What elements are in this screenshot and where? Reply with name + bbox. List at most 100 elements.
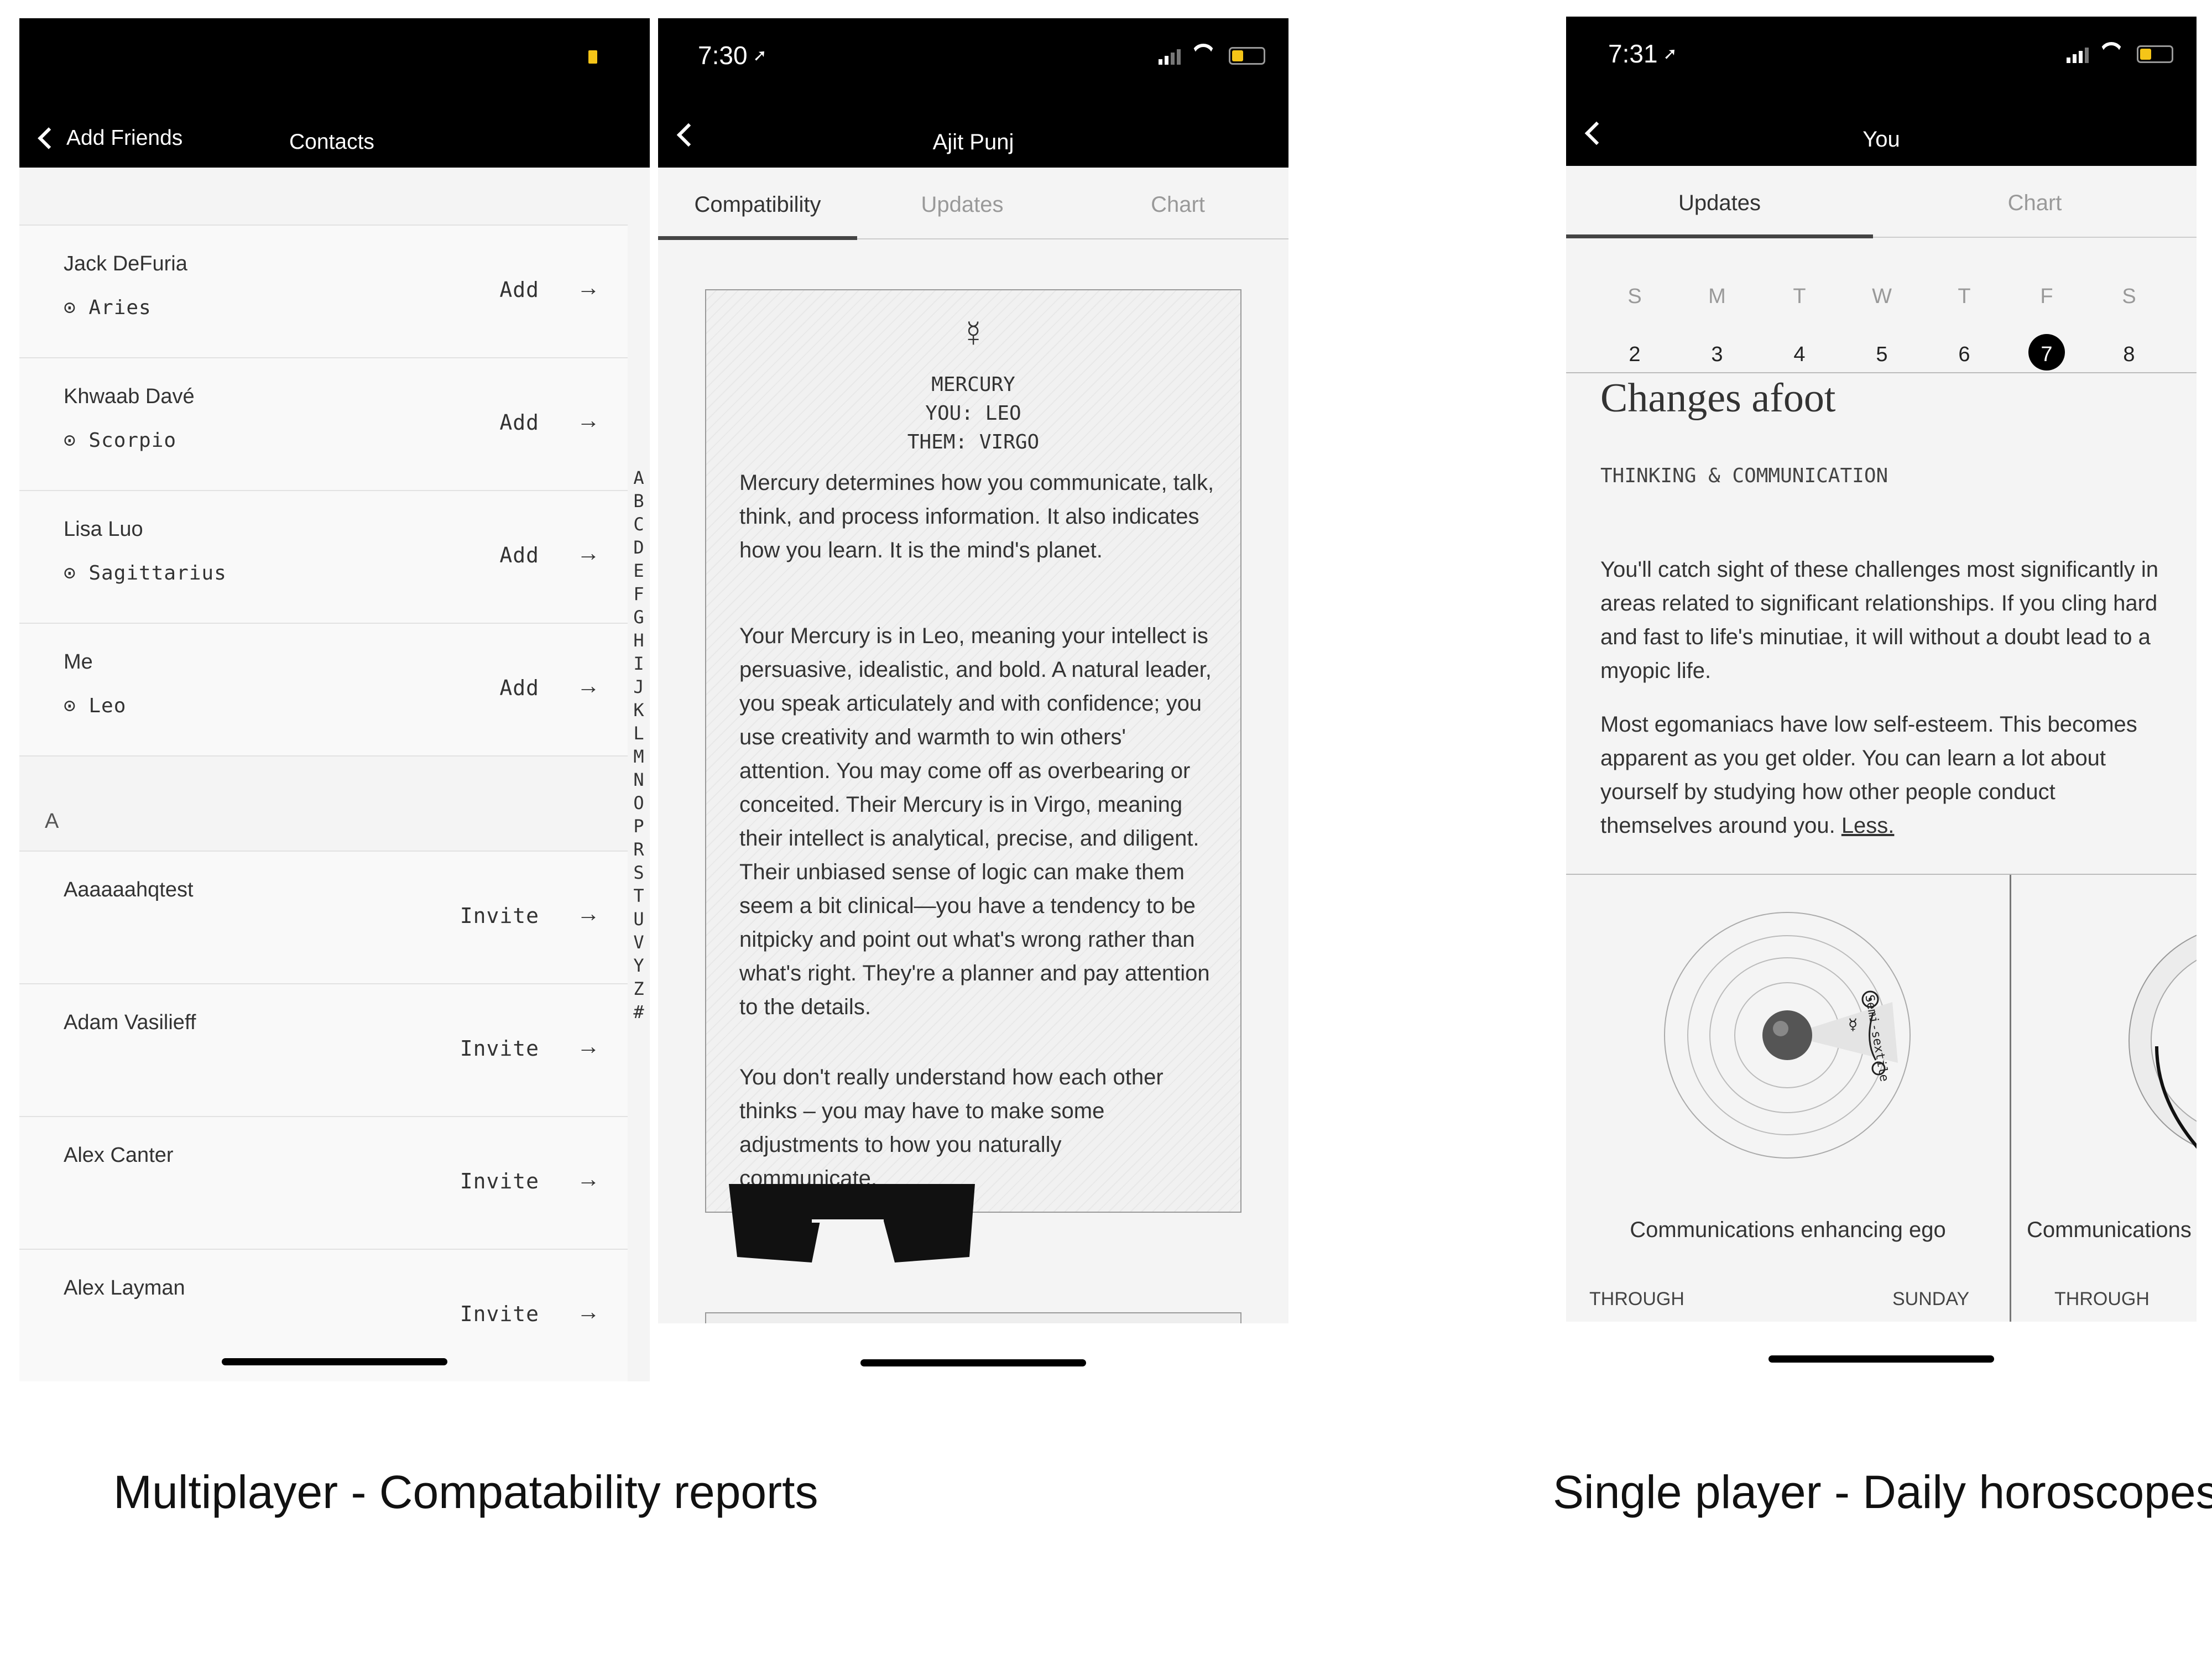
active-tab-indicator xyxy=(658,236,857,240)
index-letter[interactable]: V xyxy=(628,931,650,954)
home-indicator[interactable] xyxy=(860,1359,1086,1366)
status-time: 7:30 ➚ xyxy=(698,40,767,70)
back-button[interactable]: Add Friends xyxy=(33,119,182,158)
tab-updates[interactable]: Updates xyxy=(1566,191,1873,216)
calendar-date[interactable]: 5 xyxy=(1865,343,1898,367)
index-letter[interactable]: O xyxy=(628,791,650,815)
contact-name: Jack DeFuria xyxy=(64,252,187,275)
invite-row[interactable]: Adam Vasilieff Invite → xyxy=(19,983,628,1116)
calendar-date[interactable]: 8 xyxy=(2112,343,2146,367)
alphabet-index[interactable]: A B C D E F G H I J K L M N O P R S T U … xyxy=(628,466,650,1047)
calendar-date[interactable]: 6 xyxy=(1948,343,1981,367)
transit-chart-wheel xyxy=(2128,935,2197,1149)
index-letter[interactable]: Y xyxy=(628,954,650,977)
chevron-left-icon xyxy=(38,127,60,149)
paragraph: You'll catch sight of these challenges m… xyxy=(1600,557,2158,683)
calendar-date[interactable]: 4 xyxy=(1783,343,1816,367)
calendar-date[interactable]: 2 xyxy=(1618,343,1651,367)
index-letter[interactable]: K xyxy=(628,698,650,722)
index-letter[interactable]: F xyxy=(628,582,650,606)
tab-bar: Compatibility Updates Chart xyxy=(658,168,1288,240)
home-indicator[interactable] xyxy=(222,1358,447,1365)
weekday-label: T xyxy=(1793,285,1806,308)
index-letter[interactable]: L xyxy=(628,722,650,745)
calendar-date[interactable]: 3 xyxy=(1700,343,1734,367)
index-letter[interactable]: R xyxy=(628,838,650,861)
update-heading: Changes afoot xyxy=(1600,375,1836,421)
index-letter[interactable]: H xyxy=(628,629,650,652)
invite-row[interactable]: Alex Canter Invite → xyxy=(19,1116,628,1249)
index-letter[interactable]: J xyxy=(628,675,650,698)
contact-row[interactable]: Lisa Luo ⊙ Sagittarius Add → xyxy=(19,490,628,623)
add-button[interactable]: Add xyxy=(499,543,539,567)
invite-button[interactable]: Invite xyxy=(460,1036,539,1061)
location-arrow-icon: ➚ xyxy=(753,46,767,65)
contact-sign: ⊙ Leo xyxy=(64,695,127,717)
contact-row[interactable]: Me ⊙ Leo Add → xyxy=(19,623,628,755)
section-letter: A xyxy=(45,810,59,833)
index-letter[interactable]: E xyxy=(628,559,650,582)
index-letter[interactable]: U xyxy=(628,907,650,931)
index-letter[interactable]: A xyxy=(628,466,650,489)
status-bar: 7:30 ➚ xyxy=(658,18,1288,107)
week-calendar: S M T W T F S 2 3 4 5 6 7 8 xyxy=(1566,238,2197,373)
index-letter[interactable]: P xyxy=(628,815,650,838)
contact-row[interactable]: Khwaab Davé ⊙ Scorpio Add → xyxy=(19,357,628,490)
index-letter[interactable]: M xyxy=(628,745,650,768)
invite-button[interactable]: Invite xyxy=(460,904,539,928)
tab-updates[interactable]: Updates xyxy=(857,192,1067,217)
compatibility-screen: 7:30 ➚ Ajit Punj Compatibility Updates C… xyxy=(658,18,1288,1323)
contact-name: Lisa Luo xyxy=(64,518,143,541)
tab-chart[interactable]: Chart xyxy=(1873,191,2197,216)
add-button[interactable]: Add xyxy=(499,676,539,700)
signal-icon xyxy=(1159,49,1181,65)
index-letter[interactable]: T xyxy=(628,884,650,907)
alphabet-letters[interactable]: A B C D E F G H I J K L M N O P R S T U … xyxy=(628,466,650,1024)
weekday-label: T xyxy=(1958,285,1971,308)
index-letter[interactable]: D xyxy=(628,536,650,559)
home-indicator[interactable] xyxy=(1768,1355,1994,1363)
transit-card[interactable]: ☿ Semi-sextile Communications enhancing … xyxy=(1566,875,2011,1322)
arrow-right-icon: → xyxy=(577,274,600,300)
nav-title: Ajit Punj xyxy=(932,130,1014,154)
clock-text: 7:31 xyxy=(1608,39,1658,68)
index-letter[interactable]: G xyxy=(628,606,650,629)
contact-sign: ⊙ Sagittarius xyxy=(64,562,227,585)
wifi-icon xyxy=(2099,42,2124,64)
status-bar xyxy=(19,18,650,107)
arrow-right-icon: → xyxy=(577,900,600,926)
clock-text: 7:30 xyxy=(698,41,748,70)
compatibility-card: ☿ MERCURY YOU: LEO THEM: VIRGO Mercury d… xyxy=(705,289,1241,1213)
invite-button[interactable]: Invite xyxy=(460,1302,539,1326)
tab-compatibility[interactable]: Compatibility xyxy=(658,192,857,217)
contact-name: Me xyxy=(64,650,93,674)
arrow-right-icon: → xyxy=(577,407,600,433)
index-letter[interactable]: Z xyxy=(628,977,650,1000)
less-link[interactable]: Less. xyxy=(1841,813,1895,838)
transit-card[interactable]: Communications THROUGH xyxy=(2013,875,2197,1322)
weekday-label: S xyxy=(1627,285,1642,308)
battery-icon xyxy=(2137,45,2173,63)
contacts-screen: Add Friends Contacts Jack DeFuria ⊙ Arie… xyxy=(19,18,650,1381)
index-letter[interactable]: I xyxy=(628,652,650,675)
index-letter[interactable]: N xyxy=(628,768,650,791)
arrow-right-icon: → xyxy=(577,1166,600,1192)
planet-label: MERCURY xyxy=(931,373,1015,396)
invite-button[interactable]: Invite xyxy=(460,1169,539,1193)
tab-chart[interactable]: Chart xyxy=(1067,192,1288,217)
invite-row[interactable]: Aaaaaahqtest Invite → xyxy=(19,851,628,983)
index-letter[interactable]: B xyxy=(628,489,650,513)
contact-sign: ⊙ Aries xyxy=(64,296,152,319)
add-button[interactable]: Add xyxy=(499,278,539,302)
contact-name: Alex Layman xyxy=(64,1276,185,1300)
index-letter[interactable]: # xyxy=(628,1000,650,1024)
weekday-label: F xyxy=(2040,285,2053,308)
location-arrow-icon: ➚ xyxy=(1663,44,1677,63)
add-button[interactable]: Add xyxy=(499,410,539,435)
contact-row[interactable]: Jack DeFuria ⊙ Aries Add → xyxy=(19,225,628,357)
update-category: THINKING & COMMUNICATION xyxy=(1600,465,1888,487)
index-letter[interactable]: S xyxy=(628,861,650,884)
calendar-date-selected[interactable]: 7 xyxy=(2030,343,2063,367)
index-letter[interactable]: C xyxy=(628,513,650,536)
contact-name: Alex Canter xyxy=(64,1144,174,1167)
